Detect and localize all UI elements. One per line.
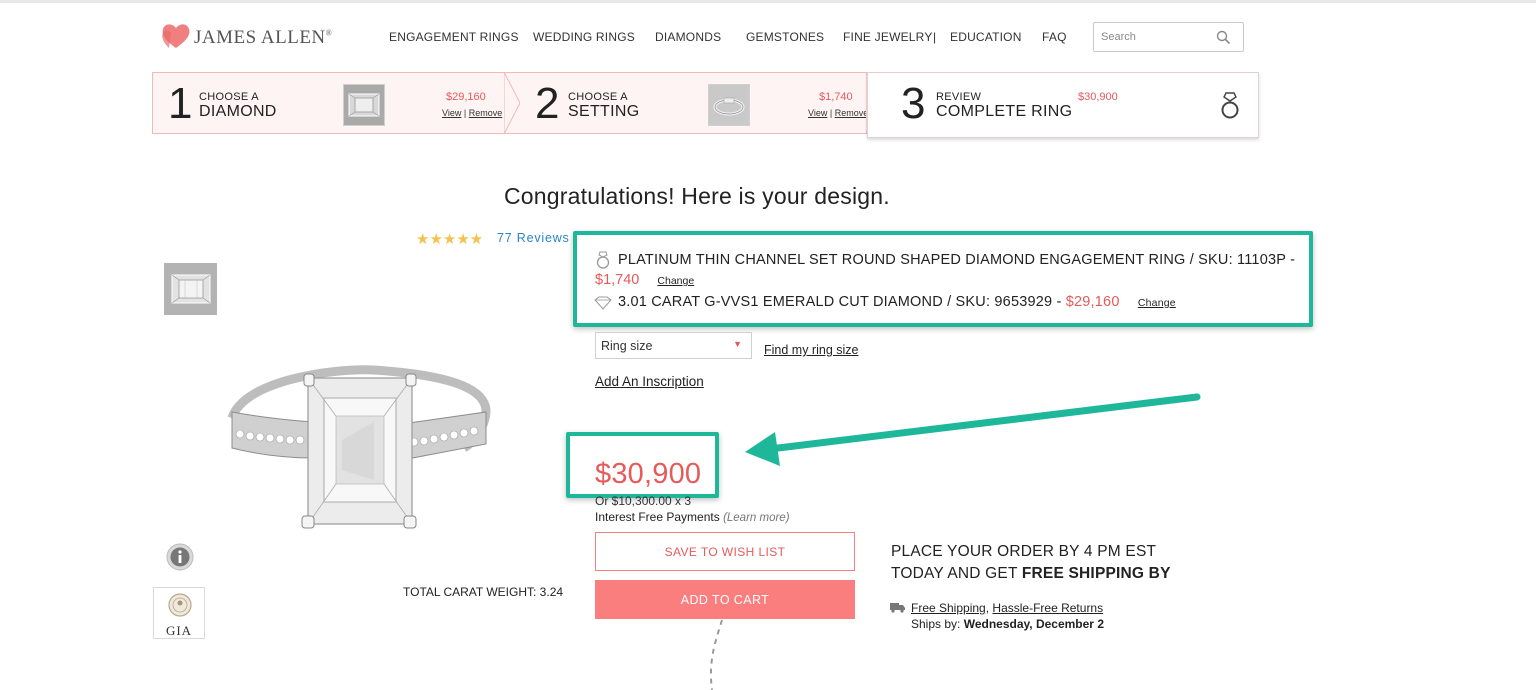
total-carat-weight: TOTAL CARAT WEIGHT: 3.24 (403, 585, 564, 599)
order-line2-prefix: TODAY AND GET (891, 565, 1022, 582)
comma: , (985, 601, 990, 615)
gia-label: GIA (165, 623, 193, 638)
annotation-highlight-box (573, 231, 1313, 327)
ships-by-label: Ships by: (911, 617, 964, 631)
step-price: $1,740 (819, 91, 853, 103)
step-label-main: SETTING (568, 103, 640, 120)
gia-seal-icon (168, 593, 192, 617)
remove-link[interactable]: Remove (835, 108, 869, 118)
ring-setting-icon (713, 97, 745, 116)
nav-fine-jewelry[interactable]: FINE JEWELRY (843, 30, 933, 44)
step-label-top: REVIEW (936, 91, 982, 103)
step-review-complete[interactable]: 3 REVIEW COMPLETE RING $30,900 (867, 72, 1259, 138)
ships-by-text: Ships by: Wednesday, December 2 (911, 617, 1104, 631)
step-label-main: DIAMOND (199, 103, 277, 120)
page-title: Congratulations! Here is your design. (504, 183, 890, 209)
link-separator: | (463, 108, 467, 118)
save-to-wishlist-button[interactable]: SAVE TO WISH LIST (595, 532, 855, 571)
hassle-free-returns-link[interactable]: Hassle-Free Returns (992, 601, 1103, 615)
reviews-link[interactable]: 77 Reviews (497, 231, 570, 245)
nav-education[interactable]: EDUCATION (950, 30, 1022, 44)
remove-link[interactable]: Remove (469, 108, 503, 118)
nav-diamonds[interactable]: DIAMONDS (655, 30, 721, 44)
step-label-main: COMPLETE RING (936, 103, 1073, 120)
james-allen-logo[interactable]: JAMES ALLEN® (160, 22, 332, 50)
rating-stars: ★★★★★ (416, 231, 484, 248)
diamond-side-thumbnail[interactable] (164, 263, 217, 315)
nav-separator: | (933, 30, 937, 44)
step-label-top: CHOOSE A (199, 91, 259, 103)
shipping-links: Free Shipping, Hassle-Free Returns (911, 601, 1103, 615)
annotation-arrowhead (745, 432, 780, 466)
installment-text: Or $10,300.00 x 3 (595, 494, 692, 508)
ring-icon (1221, 92, 1239, 119)
step-links: View | Remove (808, 108, 868, 118)
interest-label: Interest Free Payments (595, 510, 720, 524)
gia-certificate-button[interactable]: GIA (153, 587, 205, 639)
add-to-cart-button[interactable]: ADD TO CART (595, 580, 855, 619)
ring-size-label: Ring size (601, 339, 653, 353)
nav-engagement-rings[interactable]: ENGAGEMENT RINGS (389, 30, 519, 44)
emerald-diamond-icon (348, 93, 380, 117)
learn-more-link[interactable]: (Learn more) (723, 512, 789, 524)
heart-logo-icon (162, 24, 190, 48)
search-box[interactable] (1093, 22, 1244, 52)
diamond-thumbnail[interactable] (343, 84, 385, 126)
ring-size-select[interactable]: Ring size ▼ (595, 332, 752, 359)
ring-builder-steps: 1 CHOOSE A DIAMOND $29,160 View | Remove… (152, 72, 1259, 142)
free-shipping-bold: FREE SHIPPING BY (1021, 565, 1171, 582)
search-input[interactable] (1101, 29, 1211, 45)
ring-product-image[interactable] (224, 360, 494, 540)
order-deadline-line2: TODAY AND GET FREE SHIPPING BY (891, 565, 1171, 583)
step-choose-setting[interactable]: 2 CHOOSE A SETTING $1,740 View | Remove (520, 72, 868, 134)
dashed-curve (709, 619, 723, 690)
find-ring-size-link[interactable]: Find my ring size (764, 343, 858, 357)
free-shipping-link[interactable]: Free Shipping (911, 601, 986, 615)
step-price: $29,160 (446, 91, 486, 103)
step-price: $30,900 (1078, 91, 1118, 103)
nav-wedding-rings[interactable]: WEDDING RINGS (533, 30, 635, 44)
search-icon[interactable] (1216, 30, 1231, 45)
truck-icon (890, 603, 905, 613)
step-number: 1 (168, 79, 193, 128)
nav-faq[interactable]: FAQ (1042, 30, 1067, 44)
step-label-top: CHOOSE A (568, 91, 628, 103)
interest-free-text: Interest Free Payments (Learn more) (595, 510, 790, 524)
step-links: View | Remove (442, 108, 502, 118)
annotation-price-box (566, 432, 719, 498)
step-choose-diamond[interactable]: 1 CHOOSE A DIAMOND $29,160 View | Remove (152, 72, 520, 134)
view-link[interactable]: View (808, 108, 827, 118)
brand-name: JAMES ALLEN® (194, 27, 333, 48)
setting-thumbnail[interactable] (708, 84, 750, 126)
view-link[interactable]: View (442, 108, 461, 118)
top-border (0, 0, 1536, 3)
ships-by-date: Wednesday, December 2 (963, 617, 1104, 631)
link-separator: | (829, 108, 833, 118)
order-deadline-line1: PLACE YOUR ORDER BY 4 PM EST (891, 543, 1157, 560)
caret-down-icon: ▼ (733, 339, 742, 349)
nav-gemstones[interactable]: GEMSTONES (746, 30, 824, 44)
emerald-diamond-icon (171, 274, 210, 304)
annotation-arrow-shaft (766, 393, 1201, 453)
add-inscription-link[interactable]: Add An Inscription (595, 374, 704, 389)
step-number: 2 (535, 79, 560, 128)
info-icon[interactable] (166, 543, 194, 571)
step-number: 3 (901, 79, 926, 128)
